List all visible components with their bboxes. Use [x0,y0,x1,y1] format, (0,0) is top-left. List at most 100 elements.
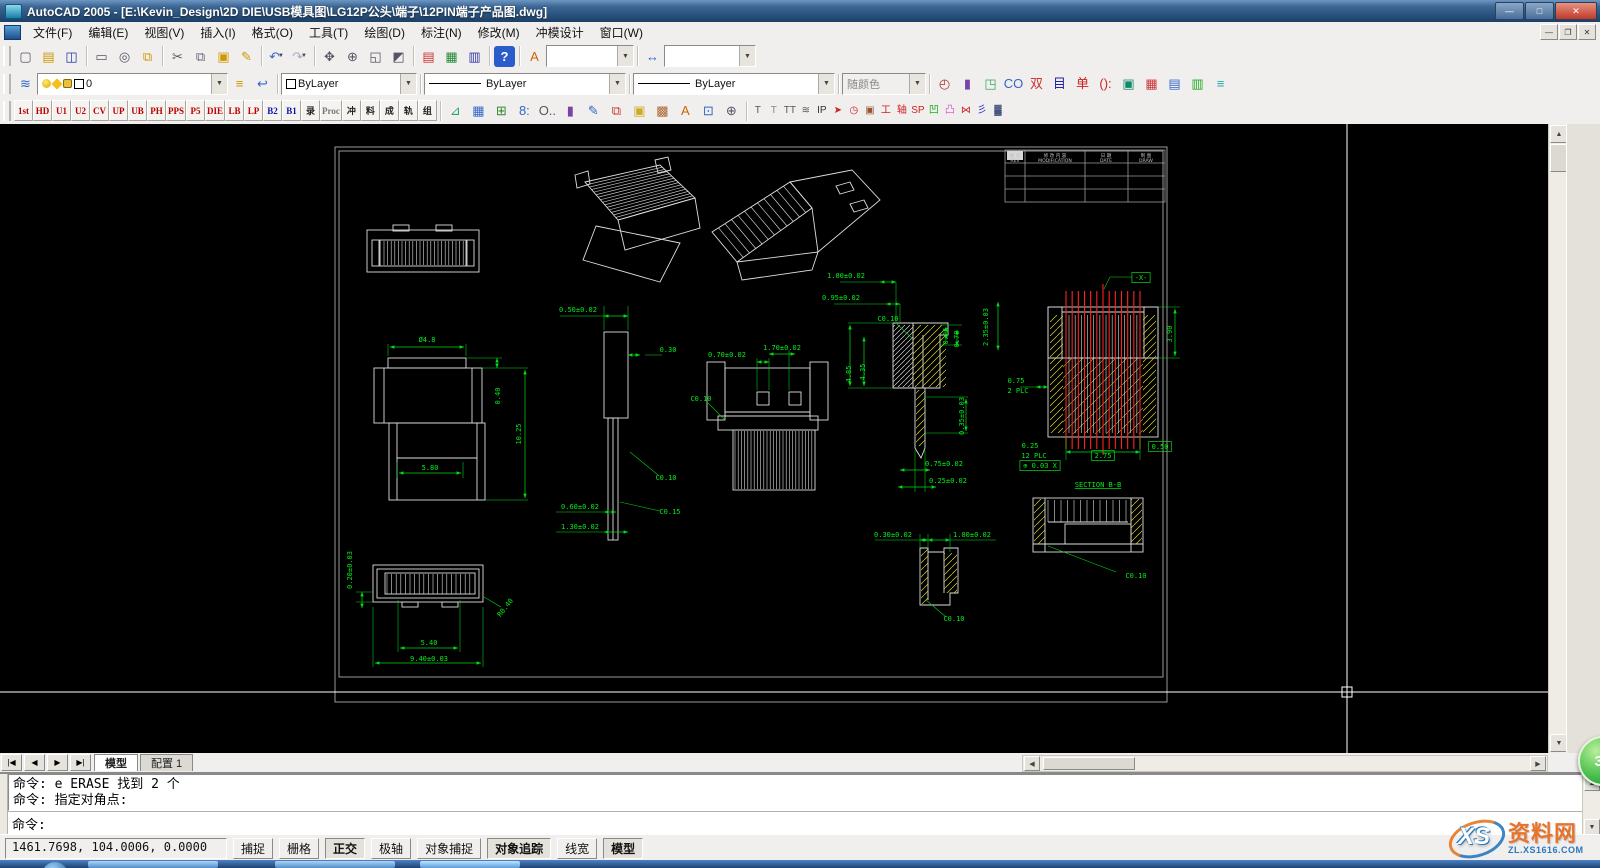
publish-button[interactable]: ⧉ [137,46,158,67]
horizontal-scrollbar[interactable]: ◀ ▶ [1022,755,1548,772]
paste-button[interactable]: ▣ [213,46,234,67]
menu-item-1[interactable]: 编辑(E) [80,22,136,43]
clock-tool-button[interactable]: ◴ [934,73,955,94]
pitch-tool-button[interactable]: 8: [514,100,535,121]
redo-button[interactable]: ↷▼ [289,46,310,67]
cut-button[interactable]: ✂ [167,46,188,67]
cmd-LP-button[interactable]: LP [244,100,263,121]
zoom-realtime-button[interactable]: ⊕ [342,46,363,67]
cmd-LB-button[interactable]: LB [225,100,244,121]
pan-button[interactable]: ✥ [319,46,340,67]
punch-light-button[interactable]: T [767,100,781,121]
render-box-button[interactable]: ◳ [980,73,1001,94]
coordinate-readout[interactable]: 1461.7698, 104.0006, 0.0000 [5,838,227,859]
punch-gray-button[interactable]: T [751,100,765,121]
cmd-UP-button[interactable]: UP [109,100,128,121]
windows-taskbar[interactable] [0,860,1600,868]
menu-item-6[interactable]: 绘图(D) [356,22,413,43]
command-window-grip[interactable] [0,774,8,836]
menu-item-0[interactable]: 文件(F) [25,22,80,43]
menu-item-5[interactable]: 工具(T) [301,22,356,43]
status-toggle-7[interactable]: 模型 [603,838,643,859]
new-file-button[interactable]: ▢ [15,46,36,67]
layer-manager-button[interactable]: ≋ [15,73,36,94]
tool-palettes-button[interactable]: ▥ [464,46,485,67]
cell-one-button[interactable]: ⊡ [698,100,719,121]
status-toggle-0[interactable]: 捕捉 [233,838,273,859]
ip-tool-button[interactable]: IP [815,100,829,121]
bowtie-red-button[interactable]: ⋈ [959,100,973,121]
tab-next-button[interactable]: ▶ [47,754,68,771]
menu-item-10[interactable]: 窗口(W) [592,22,651,43]
cmd-HD-button[interactable]: HD [33,100,52,121]
status-toggle-1[interactable]: 栅格 [279,838,319,859]
menu-item-4[interactable]: 格式(O) [244,22,301,43]
layer-combo[interactable]: 0 ▼ [37,73,228,95]
cmd-UB-button[interactable]: UB [128,100,147,121]
menu-item-3[interactable]: 插入(I) [192,22,243,43]
cmd-录-button[interactable]: 录 [301,100,320,121]
status-toggle-5[interactable]: 对象追踪 [487,838,551,859]
layers-cyan-button[interactable]: ≡ [1210,73,1231,94]
start-orb[interactable] [42,862,68,868]
guide-green-button[interactable]: 凹 [927,100,941,121]
cmd-U2-button[interactable]: U2 [71,100,90,121]
horizontal-scroll-thumb[interactable] [1043,757,1135,770]
cmd-PH-button[interactable]: PH [147,100,166,121]
osnap-dots-button[interactable]: O.. [537,100,558,121]
tab-model[interactable]: 模型 [94,754,138,771]
cmd-CV-button[interactable]: CV [90,100,109,121]
layer-lock-icon[interactable] [63,79,72,88]
layer-previous-button[interactable]: ↩ [252,73,273,94]
status-toggle-2[interactable]: 正交 [325,838,365,859]
panel-dark-button[interactable]: ▓ [991,100,1005,121]
block-brown-button[interactable]: ▣ [863,100,877,121]
cmd-成-button[interactable]: 成 [380,100,399,121]
dropdown-arrow-icon[interactable]: ▼ [400,74,416,94]
zoom-previous-button[interactable]: ◩ [388,46,409,67]
menu-item-7[interactable]: 标注(N) [413,22,470,43]
co-tool-button[interactable]: CO [1003,73,1024,94]
cmd-PPS-button[interactable]: PPS [166,100,186,121]
toolbar-grip[interactable] [3,74,11,94]
taskbar-item[interactable] [275,861,395,868]
properties-palette-button[interactable]: ▤ [418,46,439,67]
designcenter-button[interactable]: ▦ [441,46,462,67]
tab-last-button[interactable]: ▶| [70,754,91,771]
cmd-组-button[interactable]: 组 [418,100,437,121]
status-toggle-6[interactable]: 线宽 [557,838,597,859]
doc-restore-button[interactable]: ❐ [1559,24,1577,40]
dropdown-arrow-icon[interactable]: ▼ [617,46,633,66]
make-object-layer-current-button[interactable]: ≡ [229,73,250,94]
sheet-list-button[interactable]: ▥ [1187,73,1208,94]
menu-item-2[interactable]: 视图(V) [136,22,192,43]
save-file-button[interactable]: ◫ [61,46,82,67]
text-pencil-button[interactable]: A [675,100,696,121]
dropdown-arrow-icon[interactable]: ▼ [211,74,227,94]
cmd-U1-button[interactable]: U1 [52,100,71,121]
drawing-canvas[interactable]: 版 次REV修 改 内 容MODIFICATION日 期DATE制 图DRAWØ… [0,124,1548,753]
layer-freeze-icon[interactable] [51,78,62,89]
command-prompt[interactable]: 命令: [8,811,1582,836]
dye-tool-button[interactable]: 双 [1026,73,1047,94]
lineweight-combo[interactable]: ByLayer ▼ [633,73,835,95]
linetype-combo[interactable]: ByLayer ▼ [424,73,626,95]
dropdown-arrow-icon[interactable]: ▼ [739,46,755,66]
cmd-料-button[interactable]: 料 [361,100,380,121]
toolbar-grip[interactable] [3,101,11,121]
clock-red-button[interactable]: ◷ [847,100,861,121]
sheet-yellow-button[interactable]: ▣ [629,100,650,121]
vertical-scrollbar[interactable]: ▲ ▼ [1548,124,1567,753]
scroll-left-button[interactable]: ◀ [1024,756,1040,771]
layer-color-swatch[interactable] [74,79,84,89]
help-button[interactable]: ? [494,46,515,67]
sp-tool-button[interactable]: SP [911,100,925,121]
punch-double-button[interactable]: TT [783,100,797,121]
cmd-轨-button[interactable]: 轨 [399,100,418,121]
add-circle-button[interactable]: ⊕ [721,100,742,121]
menu-item-8[interactable]: 修改(M) [470,22,528,43]
command-scroll-down[interactable]: ▼ [1584,819,1600,835]
dropdown-arrow-icon[interactable]: ▼ [609,74,625,94]
insert-arrow-button[interactable]: ➤ [831,100,845,121]
color-combo[interactable]: ByLayer ▼ [281,73,417,95]
